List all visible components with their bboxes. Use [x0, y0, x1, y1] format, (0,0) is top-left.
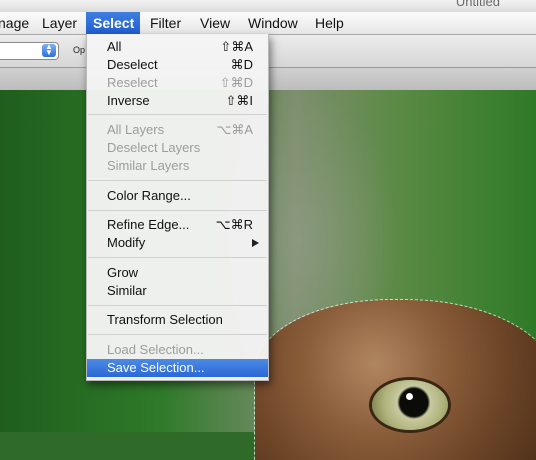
menu-item-label: All Layers: [107, 122, 165, 137]
menu-item-label: Reselect: [107, 75, 158, 90]
menu-item-shortcut: ⌥⌘A: [216, 122, 253, 137]
menu-item-label: Color Range...: [107, 188, 191, 203]
menu-separator: [88, 114, 267, 115]
eye-glint: [406, 393, 413, 400]
menu-filter[interactable]: Filter: [143, 12, 188, 34]
menu-separator: [88, 334, 267, 335]
menu-item-similar-layers: Similar Layers: [87, 157, 268, 175]
menu-item-label: Load Selection...: [107, 342, 204, 357]
menu-item-shortcut: ⇧⌘I: [225, 93, 253, 108]
menu-bar: nage Layer Select Filter View Window Hel…: [0, 12, 536, 35]
menu-item-shortcut: ⌥⌘R: [215, 217, 253, 232]
menu-separator: [88, 180, 267, 181]
submenu-arrow-icon: [252, 239, 259, 247]
menu-item-refine-edge[interactable]: Refine Edge... ⌥⌘R: [87, 216, 268, 234]
menu-item-label: Similar Layers: [107, 158, 190, 173]
menu-separator: [88, 257, 267, 258]
tool-preset-select[interactable]: ▲ ▼: [0, 42, 59, 60]
window-title: Untitled: [455, 0, 500, 9]
menu-item-label: Save Selection...: [107, 360, 205, 375]
menu-item-shortcut: ⌘D: [230, 57, 253, 72]
select-menu-dropdown: All ⇧⌘A Deselect ⌘D Reselect ⇧⌘D Inverse…: [86, 34, 269, 381]
menu-item-inverse[interactable]: Inverse ⇧⌘I: [87, 92, 268, 110]
menu-help[interactable]: Help: [308, 12, 351, 34]
menu-item-deselect-layers: Deselect Layers: [87, 139, 268, 157]
menu-item-label: Deselect: [107, 57, 158, 72]
menu-select[interactable]: Select: [86, 12, 140, 34]
menu-item-reselect: Reselect ⇧⌘D: [87, 74, 268, 92]
menu-item-label: Transform Selection: [107, 312, 223, 327]
menu-item-label: Modify: [107, 235, 146, 250]
menu-view[interactable]: View: [193, 12, 237, 34]
stepper-arrows-icon: ▲ ▼: [42, 43, 56, 57]
menu-item-label: All: [107, 39, 122, 54]
menu-item-label: Deselect Layers: [107, 140, 201, 155]
menu-item-save-selection[interactable]: Save Selection...: [87, 359, 268, 377]
menu-layer[interactable]: Layer: [35, 12, 84, 34]
owl-photo: [254, 299, 536, 460]
menu-item-deselect[interactable]: Deselect ⌘D: [87, 56, 268, 74]
menu-item-shortcut: ⇧⌘A: [220, 39, 253, 54]
menu-item-transform-selection[interactable]: Transform Selection: [87, 311, 268, 329]
menu-item-all-layers: All Layers ⌥⌘A: [87, 121, 268, 139]
menu-item-label: Grow: [107, 265, 139, 280]
menu-separator: [88, 210, 267, 211]
menu-item-all[interactable]: All ⇧⌘A: [87, 38, 268, 56]
menu-image[interactable]: nage: [0, 12, 36, 34]
menu-item-label: Similar: [107, 283, 147, 298]
menu-item-similar[interactable]: Similar: [87, 282, 268, 300]
menu-separator: [88, 305, 267, 306]
menu-item-label: Inverse: [107, 93, 150, 108]
menu-item-grow[interactable]: Grow: [87, 264, 268, 282]
menu-item-color-range[interactable]: Color Range...: [87, 187, 268, 205]
menu-item-modify[interactable]: Modify: [87, 234, 268, 252]
window-titlebar: Untitled: [0, 0, 536, 12]
menu-window[interactable]: Window: [241, 12, 305, 34]
options-label: Op: [73, 45, 86, 55]
menu-item-load-selection: Load Selection...: [87, 341, 268, 359]
menu-item-label: Refine Edge...: [107, 217, 190, 232]
owl-eye-image: [372, 380, 448, 430]
menu-item-shortcut: ⇧⌘D: [219, 75, 253, 90]
